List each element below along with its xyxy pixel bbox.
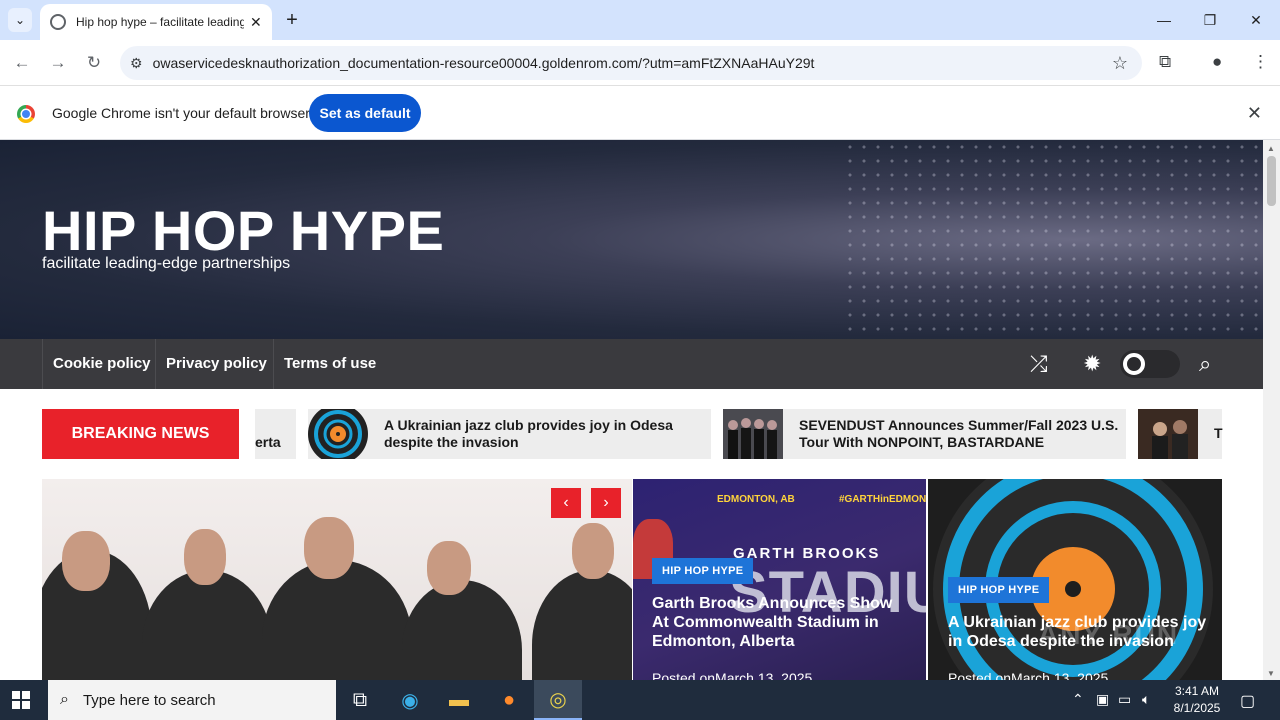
reload-icon[interactable]: ↻ <box>81 50 107 76</box>
forward-arrow-icon[interactable]: → <box>45 50 71 76</box>
tab-title: Hip hop hype – facilitate leading-edge p… <box>76 15 244 29</box>
tray-chevron-up-icon[interactable]: ⌃ <box>1072 691 1084 708</box>
menu-kebab-icon[interactable]: ⋮ <box>1252 52 1269 72</box>
ticker-item-cut[interactable]: erta <box>255 409 296 459</box>
theme-toggle[interactable] <box>1120 350 1180 378</box>
web-page: HIP HOP HYPE facilitate leading-edge par… <box>0 140 1263 680</box>
set-as-default-button[interactable]: Set as default <box>309 94 421 132</box>
main-navigation: Cookie policy Privacy policy Terms of us… <box>0 339 1263 389</box>
active-tab[interactable]: Hip hop hype – facilitate leading-edge p… <box>40 4 272 40</box>
scroll-up-arrow-icon[interactable]: ▲ <box>1267 144 1275 153</box>
infobar-message: Google Chrome isn't your default browser <box>52 105 310 121</box>
edge-icon[interactable]: ◉ <box>386 680 434 720</box>
site-title[interactable]: HIP HOP HYPE <box>42 198 444 263</box>
band-photo <box>723 409 783 459</box>
band-member <box>402 580 522 680</box>
clock-time: 3:41 AM <box>1174 684 1220 698</box>
volume-icon[interactable]: 🔈︎ <box>1142 691 1150 708</box>
ticker-item[interactable]: SEVENDUST Announces Summer/Fall 2023 U.S… <box>723 409 1126 459</box>
sun-icon[interactable]: ✹ <box>1083 351 1101 377</box>
restore-button[interactable]: ❐ <box>1187 0 1233 40</box>
infobar-close-icon[interactable]: ✕ <box>1247 103 1262 124</box>
profile-icon[interactable]: ● <box>1212 52 1222 72</box>
browser-toolbar: ← → ↻ ⚙ owaservicedesknauthorization_doc… <box>0 40 1280 86</box>
band-member-face <box>184 529 226 585</box>
shuffle-icon[interactable]: ⤮ <box>1030 351 1048 377</box>
new-tab-button[interactable]: + <box>282 8 302 32</box>
clock-date: 8/1/2025 <box>1173 701 1221 715</box>
address-bar[interactable]: ⚙ owaservicedesknauthorization_documenta… <box>120 46 1142 80</box>
artist-photo <box>1138 409 1198 459</box>
slider-prev-button[interactable]: ‹ <box>551 488 581 518</box>
category-tag[interactable]: HIP HOP HYPE <box>652 558 754 584</box>
breaking-news-label: BREAKING NEWS <box>42 409 239 459</box>
firefox-icon[interactable]: ● <box>485 680 533 720</box>
news-card[interactable]: HIP HOP HYPE A Ukrainian jazz club provi… <box>928 479 1222 680</box>
chrome-taskbar-icon[interactable]: ◎ <box>534 680 582 720</box>
card-meta: Posted onMarch 13, 2025 <box>948 670 1109 680</box>
band-member <box>142 570 272 680</box>
default-browser-infobar: Google Chrome isn't your default browser… <box>0 87 1280 140</box>
ticker-item[interactable]: T <box>1138 409 1223 459</box>
search-icon: ⌕ <box>60 691 69 708</box>
search-icon[interactable]: ⌕ <box>1199 351 1211 377</box>
card-headline[interactable]: Garth Brooks Announces Show At Commonwea… <box>652 594 912 651</box>
windows-taskbar: ⌕ Type here to search ⧉ ◉ ▬ ● ◎ ⌃ ▣ ▭ 🔈︎… <box>0 680 1280 720</box>
scrollbar-thumb[interactable] <box>1267 156 1276 206</box>
tab-close-icon[interactable]: ✕ <box>250 14 262 31</box>
vinyl-record-icon <box>308 409 368 459</box>
breaking-news-ticker: BREAKING NEWS erta A Ukrainian jazz club… <box>42 409 1223 459</box>
anyrun-watermark: ANY RUN <box>1038 619 1180 650</box>
ticker-item-title: SEVENDUST Announces Summer/Fall 2023 U.S… <box>799 417 1119 450</box>
band-member <box>532 570 632 680</box>
site-tagline: facilitate leading-edge partnerships <box>42 255 291 272</box>
nav-privacy-policy[interactable]: Privacy policy <box>155 339 277 389</box>
notifications-icon[interactable]: ▢ <box>1240 691 1255 711</box>
globe-icon <box>50 14 66 30</box>
card-image-hashtag: #GARTHinEDMONT <box>839 494 926 505</box>
back-arrow-icon[interactable]: ← <box>9 50 35 76</box>
bookmark-star-icon[interactable]: ☆ <box>1112 53 1128 74</box>
card-meta: Posted onMarch 13, 2025 <box>652 670 813 680</box>
site-info-icon[interactable]: ⚙ <box>130 55 143 72</box>
tab-strip: ⌄ Hip hop hype – facilitate leading-edge… <box>0 0 1280 40</box>
task-view-icon[interactable]: ⧉ <box>336 680 384 720</box>
scroll-down-arrow-icon[interactable]: ▼ <box>1267 669 1275 678</box>
taskbar-clock[interactable]: 3:41 AM 8/1/2025 <box>1162 683 1232 717</box>
tab-search-chevron-down-icon[interactable]: ⌄ <box>8 8 32 32</box>
tray-device-icon[interactable]: ▣ <box>1096 691 1109 708</box>
taskbar-search[interactable]: ⌕ Type here to search <box>48 680 336 720</box>
band-member-face <box>62 531 110 591</box>
extensions-icon[interactable]: ⧉ <box>1159 52 1171 72</box>
ticker-item-title: T <box>1214 425 1223 441</box>
toggle-knob <box>1123 353 1145 375</box>
site-header: HIP HOP HYPE facilitate leading-edge par… <box>0 140 1263 339</box>
minimize-button[interactable]: — <box>1141 0 1187 40</box>
header-decoration <box>843 140 1263 339</box>
news-card[interactable]: EDMONTON, AB #GARTHinEDMONT GARTH BROOKS… <box>633 479 926 680</box>
taskbar-search-placeholder: Type here to search <box>82 691 216 709</box>
url-text[interactable]: owaservicedesknauthorization_documentati… <box>153 55 815 71</box>
band-member-face <box>304 517 354 579</box>
ticker-item-title: A Ukrainian jazz club provides joy in Od… <box>384 417 673 450</box>
file-explorer-icon[interactable]: ▬ <box>435 680 483 720</box>
chrome-logo-icon <box>17 105 35 123</box>
card-image-text: EDMONTON, AB <box>717 494 795 505</box>
ticker-item[interactable]: A Ukrainian jazz club provides joy in Od… <box>308 409 711 459</box>
close-window-button[interactable]: ✕ <box>1233 0 1279 40</box>
nav-cookie-policy[interactable]: Cookie policy <box>42 339 161 389</box>
nav-terms-of-use[interactable]: Terms of use <box>273 339 386 389</box>
page-scrollbar[interactable]: ▲ ▼ <box>1263 140 1280 680</box>
band-member-face <box>427 541 471 595</box>
windows-start-icon[interactable] <box>12 691 30 709</box>
band-member-face <box>572 523 614 579</box>
network-icon[interactable]: ▭ <box>1118 691 1131 708</box>
slider-next-button[interactable]: › <box>591 488 621 518</box>
featured-slider[interactable]: ‹ › <box>42 479 632 680</box>
category-tag[interactable]: HIP HOP HYPE <box>948 577 1050 603</box>
